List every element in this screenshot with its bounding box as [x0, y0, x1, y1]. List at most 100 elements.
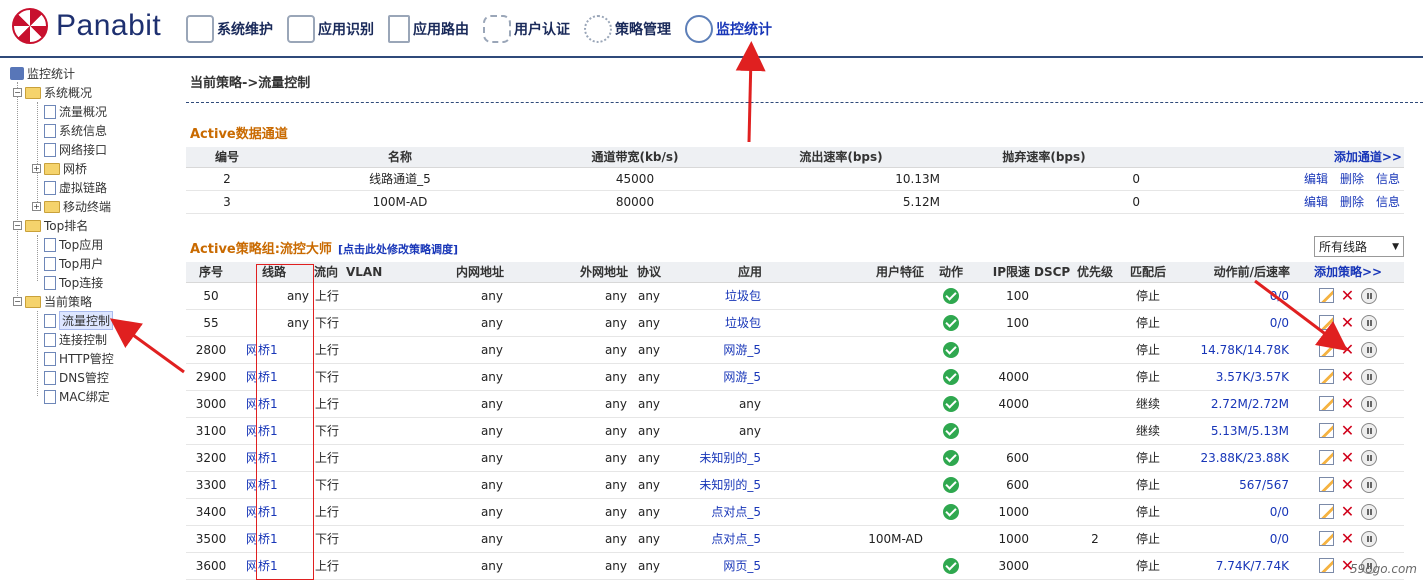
- edit-link[interactable]: 编辑: [1304, 195, 1328, 209]
- nav-app-recognition[interactable]: 应用识别: [287, 12, 374, 46]
- pause-icon[interactable]: [1361, 395, 1377, 412]
- add-channel-button[interactable]: 添加通道>>: [1334, 150, 1402, 164]
- tree-item-top-apps[interactable]: Top应用: [44, 235, 103, 254]
- delete-icon[interactable]: ✕: [1340, 396, 1355, 412]
- delete-link[interactable]: 删除: [1340, 195, 1364, 209]
- cell-line[interactable]: 网桥1: [236, 390, 312, 418]
- cell-rate[interactable]: 5.13M/5.13M: [1176, 417, 1292, 445]
- edit-icon[interactable]: [1319, 288, 1334, 303]
- delete-icon[interactable]: ✕: [1340, 423, 1355, 439]
- cell-rate[interactable]: 14.78K/14.78K: [1176, 336, 1292, 364]
- cell-application[interactable]: 未知别的_5: [668, 444, 764, 472]
- delete-icon[interactable]: ✕: [1340, 369, 1355, 385]
- edit-icon[interactable]: [1319, 396, 1334, 411]
- delete-icon[interactable]: ✕: [1340, 531, 1355, 547]
- tree-item-dns-control[interactable]: DNS管控: [44, 368, 109, 387]
- tree-item-traffic-control[interactable]: 流量控制: [44, 311, 114, 330]
- tree-group-current-policy[interactable]: − 当前策略: [13, 292, 92, 311]
- cell-application[interactable]: 网游_5: [668, 336, 764, 364]
- cell-rate[interactable]: 0/0: [1176, 525, 1292, 553]
- delete-icon[interactable]: ✕: [1340, 315, 1355, 331]
- delete-icon[interactable]: ✕: [1340, 477, 1355, 493]
- nav-monitoring-stats[interactable]: 监控统计: [685, 12, 772, 46]
- tree-item-top-users[interactable]: Top用户: [44, 254, 103, 273]
- collapse-icon[interactable]: −: [13, 88, 22, 97]
- edit-icon[interactable]: [1319, 477, 1334, 492]
- cell-application[interactable]: 网页_5: [668, 552, 764, 580]
- tree-item-top-connections[interactable]: Top连接: [44, 273, 103, 292]
- edit-icon[interactable]: [1319, 558, 1334, 573]
- add-channel-link[interactable]: 添加通道>>: [1144, 147, 1404, 168]
- delete-icon[interactable]: ✕: [1340, 342, 1355, 358]
- cell-application[interactable]: 未知别的_5: [668, 471, 764, 499]
- tree-item-http-control[interactable]: HTTP管控: [44, 349, 114, 368]
- delete-icon[interactable]: ✕: [1340, 450, 1355, 466]
- cell-rate[interactable]: 0/0: [1176, 498, 1292, 526]
- tree-item-connection-control[interactable]: 连接控制: [44, 330, 107, 349]
- tree-item-virtual-link[interactable]: 虚拟链路: [44, 178, 107, 197]
- cell-rate[interactable]: 0/0: [1176, 282, 1292, 310]
- info-link[interactable]: 信息: [1376, 195, 1400, 209]
- line-select[interactable]: 所有线路 ▼: [1314, 236, 1404, 257]
- cell-line[interactable]: 网桥1: [236, 363, 312, 391]
- cell-application[interactable]: 点对点_5: [668, 498, 764, 526]
- pause-icon[interactable]: [1361, 341, 1377, 358]
- tree-item-traffic-overview[interactable]: 流量概况: [44, 102, 107, 121]
- logo[interactable]: Panabit: [12, 8, 161, 44]
- nav-app-routing[interactable]: 应用路由: [388, 12, 469, 46]
- cell-application[interactable]: 点对点_5: [668, 525, 764, 553]
- edit-icon[interactable]: [1319, 450, 1334, 465]
- cell-rate[interactable]: 3.57K/3.57K: [1176, 363, 1292, 391]
- tree-item-bridge[interactable]: + 网桥: [32, 159, 87, 178]
- pause-icon[interactable]: [1361, 314, 1377, 331]
- tree-root[interactable]: 监控统计: [10, 64, 75, 83]
- nav-user-auth[interactable]: 用户认证: [483, 12, 570, 46]
- edit-icon[interactable]: [1319, 369, 1334, 384]
- pause-icon[interactable]: [1361, 449, 1377, 466]
- pause-icon[interactable]: [1361, 476, 1377, 493]
- delete-icon[interactable]: ✕: [1340, 288, 1355, 304]
- pause-icon[interactable]: [1361, 530, 1377, 547]
- cell-application[interactable]: 垃圾包: [668, 309, 764, 337]
- cell-line[interactable]: 网桥1: [236, 525, 312, 553]
- info-link[interactable]: 信息: [1376, 172, 1400, 186]
- edit-icon[interactable]: [1319, 423, 1334, 438]
- expand-icon[interactable]: +: [32, 164, 41, 173]
- cell-line[interactable]: 网桥1: [236, 498, 312, 526]
- add-policy-button[interactable]: 添加策略>>: [1314, 265, 1382, 279]
- edit-icon[interactable]: [1319, 504, 1334, 519]
- nav-system-maintenance[interactable]: 系统维护: [186, 12, 273, 46]
- pause-icon[interactable]: [1361, 503, 1377, 520]
- tree-item-mac-binding[interactable]: MAC绑定: [44, 387, 110, 406]
- modify-schedule-link[interactable]: [点击此处修改策略调度]: [338, 243, 458, 256]
- pause-icon[interactable]: [1361, 422, 1377, 439]
- tree-group-top-ranking[interactable]: − Top排名: [13, 216, 88, 235]
- cell-rate[interactable]: 2.72M/2.72M: [1176, 390, 1292, 418]
- tree-item-system-info[interactable]: 系统信息: [44, 121, 107, 140]
- cell-application[interactable]: 垃圾包: [668, 282, 764, 310]
- cell-rate[interactable]: 0/0: [1176, 309, 1292, 337]
- collapse-icon[interactable]: −: [13, 297, 22, 306]
- cell-rate[interactable]: 567/567: [1176, 471, 1292, 499]
- cell-rate[interactable]: 23.88K/23.88K: [1176, 444, 1292, 472]
- nav-policy-management[interactable]: 策略管理: [584, 12, 671, 46]
- tree-group-system-overview[interactable]: − 系统概况: [13, 83, 92, 102]
- tree-item-mobile-terminal[interactable]: + 移动终端: [32, 197, 111, 216]
- cell-line[interactable]: 网桥1: [236, 552, 312, 580]
- cell-line[interactable]: 网桥1: [236, 471, 312, 499]
- expand-icon[interactable]: +: [32, 202, 41, 211]
- tree-item-network-interface[interactable]: 网络接口: [44, 140, 107, 159]
- cell-line[interactable]: 网桥1: [236, 417, 312, 445]
- edit-icon[interactable]: [1319, 342, 1334, 357]
- edit-icon[interactable]: [1319, 531, 1334, 546]
- collapse-icon[interactable]: −: [13, 221, 22, 230]
- cell-application[interactable]: 网游_5: [668, 363, 764, 391]
- pause-icon[interactable]: [1361, 287, 1377, 304]
- pause-icon[interactable]: [1361, 368, 1377, 385]
- cell-line[interactable]: 网桥1: [236, 444, 312, 472]
- edit-icon[interactable]: [1319, 315, 1334, 330]
- cell-line[interactable]: 网桥1: [236, 336, 312, 364]
- delete-icon[interactable]: ✕: [1340, 504, 1355, 520]
- edit-link[interactable]: 编辑: [1304, 172, 1328, 186]
- delete-link[interactable]: 删除: [1340, 172, 1364, 186]
